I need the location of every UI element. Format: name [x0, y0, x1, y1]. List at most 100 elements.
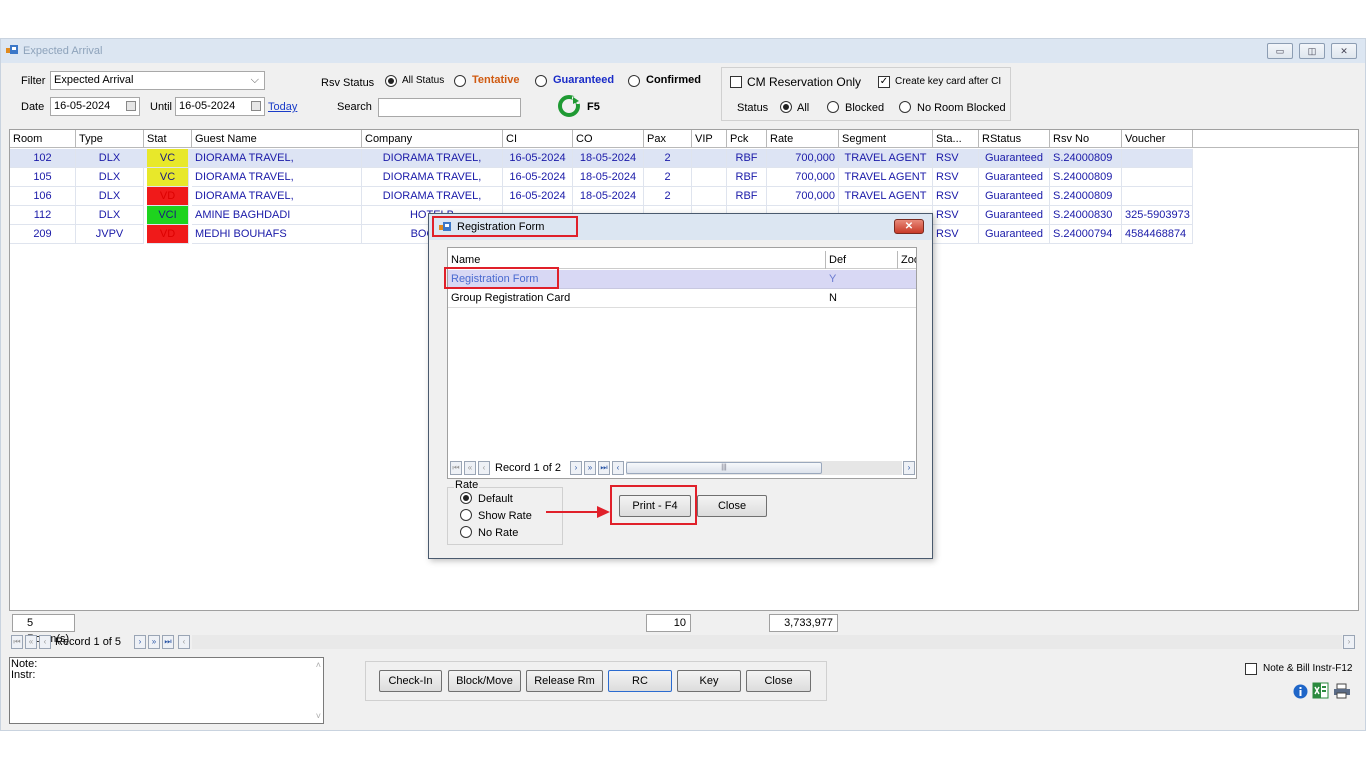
calendar-icon[interactable] [126, 101, 136, 111]
cell-rstatus: Guaranteed [979, 168, 1050, 187]
col-guest-name[interactable]: Guest Name [192, 130, 362, 148]
until-field[interactable]: 16-05-2024 [175, 97, 265, 116]
cell-guest: DIORAMA TRAVEL, [192, 168, 362, 187]
prev-record-button[interactable]: ‹ [478, 461, 490, 475]
form-row[interactable]: Group Registration Card N [448, 289, 916, 308]
cell-company: DIORAMA TRAVEL, [362, 149, 503, 168]
rate-no-rate-label: No Rate [478, 527, 519, 539]
rate-show-rate-radio[interactable] [460, 509, 472, 521]
scroll-right-button[interactable]: › [1343, 635, 1355, 649]
next-page-button[interactable]: » [148, 635, 160, 649]
rsv-confirmed-radio[interactable] [628, 75, 640, 87]
next-page-button[interactable]: » [584, 461, 596, 475]
prev-page-button[interactable]: « [464, 461, 476, 475]
grid-header: Room Type Stat Guest Name Company CI CO … [10, 130, 1358, 148]
table-row[interactable]: 105 DLX VC DIORAMA TRAVEL, DIORAMA TRAVEL, 16… [10, 168, 1193, 187]
scroll-left-button[interactable]: ‹ [612, 461, 624, 475]
annotation-box-registration-form [444, 267, 559, 289]
first-record-button[interactable]: ⏮ [11, 635, 23, 649]
cell-stat: VD [147, 225, 189, 244]
col-vip[interactable]: VIP [692, 130, 727, 148]
key-button[interactable]: Key [677, 670, 741, 692]
last-record-button[interactable]: ⏭ [598, 461, 610, 475]
rc-button[interactable]: RC [608, 670, 672, 692]
col-rsv-no[interactable]: Rsv No [1050, 130, 1122, 148]
rsv-all-status-radio[interactable] [385, 75, 397, 87]
date-field[interactable]: 16-05-2024 [50, 97, 140, 116]
dialog-horizontal-scrollbar[interactable]: ||| [626, 461, 902, 475]
today-link[interactable]: Today [268, 101, 297, 113]
rsv-tentative-radio[interactable] [454, 75, 466, 87]
block-move-button[interactable]: Block/Move [448, 670, 521, 692]
status-no-room-blocked-radio[interactable] [899, 101, 911, 113]
refresh-icon[interactable] [558, 95, 580, 117]
minimize-button[interactable]: ▭ [1267, 43, 1293, 59]
search-input[interactable] [378, 98, 521, 117]
cell-stat: VCI [147, 206, 189, 225]
prev-page-button[interactable]: « [25, 635, 37, 649]
col-ci[interactable]: CI [503, 130, 573, 148]
info-icon[interactable] [1293, 684, 1308, 699]
cell-sta: RSV [933, 149, 979, 168]
rate-total: 3,733,977 [769, 614, 838, 632]
cell-rsv-no: S.24000809 [1050, 168, 1122, 187]
status-blocked-label: Blocked [845, 102, 885, 114]
col-company[interactable]: Company [362, 130, 503, 148]
close-window-button[interactable]: ✕ [1331, 43, 1357, 59]
cell-ci: 16-05-2024 [503, 149, 573, 168]
annotation-arrow-icon [546, 506, 610, 518]
create-key-card-checkbox[interactable]: ✓ [878, 76, 890, 88]
col-pax[interactable]: Pax [644, 130, 692, 148]
col-zoo[interactable]: Zoo [898, 251, 916, 269]
scroll-right-button[interactable]: › [903, 461, 915, 475]
window-title: Expected Arrival [23, 45, 103, 57]
release-room-button[interactable]: Release Rm [526, 670, 603, 692]
rate-default-radio[interactable] [460, 492, 472, 504]
filter-select[interactable]: Expected Arrival ⌵ [50, 71, 265, 90]
dialog-close-button[interactable]: ✕ [894, 219, 924, 234]
scroll-left-button[interactable]: ‹ [178, 635, 190, 649]
col-def[interactable]: Def [826, 251, 898, 269]
rsv-tentative-label: Tentative [472, 74, 520, 86]
dialog-close-action-button[interactable]: Close [697, 495, 767, 517]
printer-icon[interactable] [1333, 683, 1351, 699]
excel-icon[interactable] [1312, 682, 1329, 699]
cell-company: DIORAMA TRAVEL, [362, 168, 503, 187]
cm-reservation-checkbox[interactable] [730, 76, 742, 88]
form-row-name: Group Registration Card [451, 292, 571, 304]
last-record-button[interactable]: ⏭ [162, 635, 174, 649]
next-record-button[interactable]: › [570, 461, 582, 475]
col-type[interactable]: Type [76, 130, 144, 148]
col-voucher[interactable]: Voucher [1122, 130, 1193, 148]
col-room[interactable]: Room [10, 130, 76, 148]
col-sta[interactable]: Sta... [933, 130, 979, 148]
table-row[interactable]: 102 DLX VC DIORAMA TRAVEL, DIORAMA TRAVEL, 16… [10, 149, 1193, 168]
rate-no-rate-radio[interactable] [460, 526, 472, 538]
scroll-up-icon[interactable]: ˄ [316, 660, 321, 670]
record-navigator: ⏮ « ‹ Record 1 of 5 › » ⏭ ‹ › [11, 635, 1359, 651]
next-record-button[interactable]: › [134, 635, 146, 649]
col-rate[interactable]: Rate [767, 130, 839, 148]
first-record-button[interactable]: ⏮ [450, 461, 462, 475]
scroll-down-icon[interactable]: ˅ [316, 711, 321, 721]
col-co[interactable]: CO [573, 130, 644, 148]
calendar-icon[interactable] [251, 101, 261, 111]
restore-button[interactable]: ◫ [1299, 43, 1325, 59]
check-in-button[interactable]: Check-In [379, 670, 442, 692]
col-rstatus[interactable]: RStatus [979, 130, 1050, 148]
date-value: 16-05-2024 [54, 100, 111, 112]
status-all-radio[interactable] [780, 101, 792, 113]
col-pck[interactable]: Pck [727, 130, 767, 148]
close-button[interactable]: Close [746, 670, 811, 692]
prev-record-button[interactable]: ‹ [39, 635, 51, 649]
note-bill-checkbox[interactable] [1245, 663, 1257, 675]
status-blocked-radio[interactable] [827, 101, 839, 113]
col-segment[interactable]: Segment [839, 130, 933, 148]
table-row[interactable]: 106 DLX VD DIORAMA TRAVEL, DIORAMA TRAVEL, 16… [10, 187, 1193, 206]
rsv-guaranteed-radio[interactable] [535, 75, 547, 87]
scrollbar-thumb[interactable]: ||| [626, 462, 822, 474]
col-stat[interactable]: Stat [144, 130, 192, 148]
notes-box[interactable]: Note: Instr: ˄ ˅ [9, 657, 324, 724]
rooms-count: 5 Room(s) [12, 614, 75, 645]
horizontal-scrollbar[interactable] [192, 635, 1342, 649]
